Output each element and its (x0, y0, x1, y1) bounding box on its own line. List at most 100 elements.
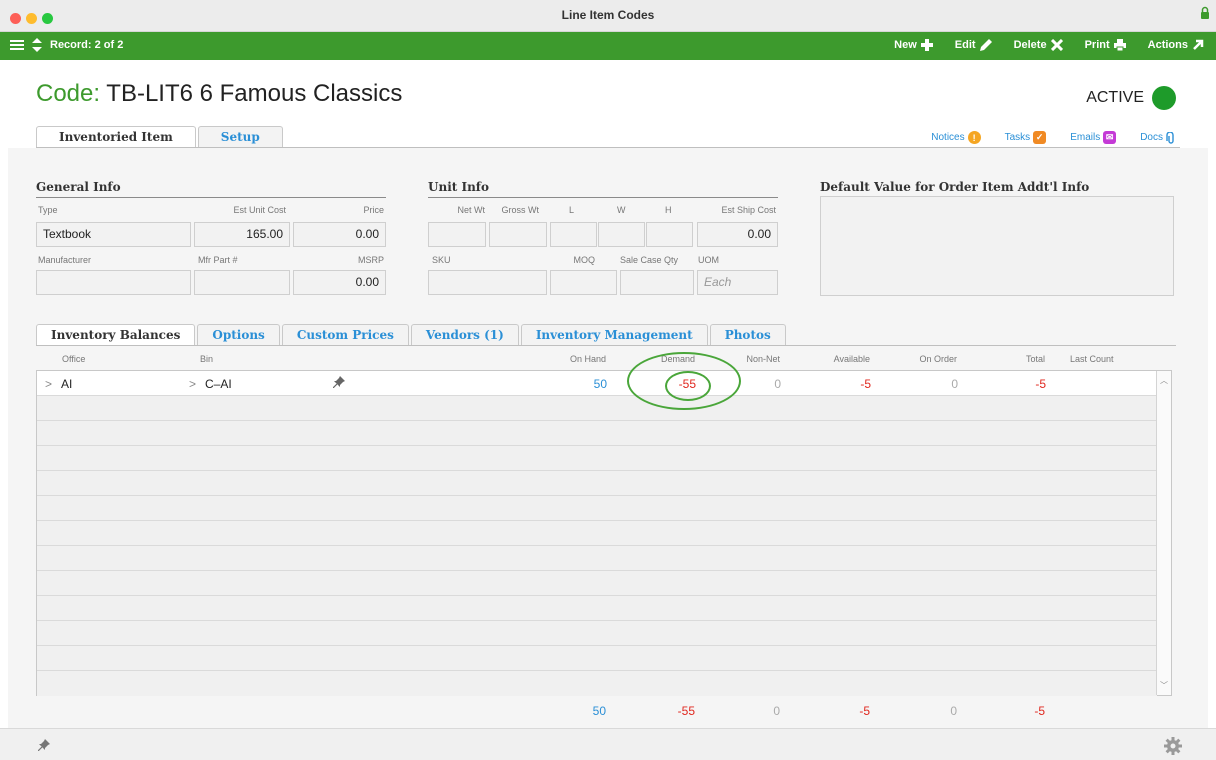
col-total[interactable]: Total (990, 354, 1045, 364)
table-scrollbar[interactable]: ︿ ﹀ (1156, 371, 1171, 695)
manufacturer-label: Manufacturer (38, 255, 92, 265)
gross-wt-label: Gross Wt (501, 205, 540, 215)
actions-button-label: Actions (1147, 39, 1188, 51)
table-row-empty (37, 571, 1157, 596)
pin-icon[interactable] (333, 376, 345, 388)
emails-link[interactable]: Emails ✉ (1070, 131, 1117, 144)
sale-case-qty-label: Sale Case Qty (620, 255, 679, 265)
status-indicator: ACTIVE (1086, 86, 1176, 110)
msrp-field[interactable]: 0.00 (293, 270, 386, 295)
edit-button-label: Edit (954, 39, 976, 51)
length-field[interactable] (550, 222, 597, 247)
new-button[interactable]: New (894, 39, 933, 51)
code-value: TB-LIT6 6 Famous Classics (106, 80, 403, 107)
lock-icon[interactable] (1200, 6, 1210, 20)
col-office[interactable]: Office (62, 354, 85, 364)
width-label: W (617, 205, 626, 215)
menu-icon[interactable] (10, 39, 24, 51)
height-field[interactable] (646, 222, 693, 247)
sku-field[interactable] (428, 270, 547, 295)
tab-options[interactable]: Options (197, 324, 280, 346)
tab-photos[interactable]: Photos (709, 324, 786, 346)
pencil-icon (979, 39, 992, 51)
gear-icon[interactable] (1164, 737, 1182, 755)
price-field[interactable]: 0.00 (293, 222, 386, 247)
unit-info-rule (428, 197, 778, 198)
col-on-order[interactable]: On Order (890, 354, 957, 364)
totals-row: 50 -55 0 -5 0 -5 (36, 704, 1172, 720)
paperclip-icon (1166, 131, 1174, 144)
inventory-balances-table: > AI > C–AI 50 -55 0 -5 0 -5 ︿ ﹀ (36, 370, 1172, 696)
est-ship-cost-field[interactable]: 0.00 (697, 222, 778, 247)
table-row-empty (37, 421, 1157, 446)
net-wt-label: Net Wt (457, 205, 485, 215)
cell-bin: C–AI (205, 377, 232, 391)
width-field[interactable] (598, 222, 645, 247)
col-non-net[interactable]: Non-Net (720, 354, 780, 364)
cell-non-net: 0 (774, 377, 781, 391)
mfr-part-label: Mfr Part # (198, 255, 238, 265)
arrow-icon (1193, 39, 1204, 50)
general-info-rule (36, 197, 386, 198)
total-non-net: 0 (773, 704, 780, 718)
expand-office-icon[interactable]: > (45, 377, 52, 391)
col-bin[interactable]: Bin (200, 354, 213, 364)
plus-icon (920, 39, 933, 51)
notices-label: Notices (931, 132, 965, 143)
checkbox-icon: ✓ (1033, 131, 1047, 144)
page-title: Code: TB-LIT6 6 Famous Classics (36, 80, 402, 108)
pin-icon[interactable] (38, 739, 50, 751)
price-label: Price (363, 205, 384, 215)
sale-case-qty-field[interactable] (620, 270, 694, 295)
est-unit-cost-label: Est Unit Cost (233, 205, 286, 215)
gross-wt-field[interactable] (489, 222, 547, 247)
tab-vendors[interactable]: Vendors (1) (410, 324, 519, 346)
expand-bin-icon[interactable]: > (189, 377, 196, 391)
mfr-part-field[interactable] (194, 270, 290, 295)
record-stepper-icon[interactable] (32, 38, 42, 52)
est-unit-cost-field[interactable]: 165.00 (194, 222, 290, 247)
table-row[interactable]: > AI > C–AI 50 -55 0 -5 0 -5 (37, 371, 1157, 396)
moq-field[interactable] (550, 270, 617, 295)
tab-inventory-balances[interactable]: Inventory Balances (36, 324, 196, 346)
tab-inventoried-item[interactable]: Inventoried Item (36, 126, 196, 148)
height-label: H (665, 205, 672, 215)
col-on-hand[interactable]: On Hand (540, 354, 606, 364)
scroll-up-icon[interactable]: ︿ (1160, 375, 1168, 386)
tab-inventory-management[interactable]: Inventory Management (520, 324, 708, 346)
sku-label: SKU (432, 255, 451, 265)
cell-on-hand[interactable]: 50 (541, 377, 607, 391)
col-available[interactable]: Available (800, 354, 870, 364)
col-last-count[interactable]: Last Count (1070, 354, 1114, 364)
edit-button[interactable]: Edit (955, 39, 992, 51)
col-demand[interactable]: Demand (640, 354, 695, 364)
type-label: Type (38, 205, 58, 215)
delete-button[interactable]: Delete (1014, 39, 1063, 51)
moq-label: MOQ (573, 255, 596, 265)
type-field[interactable]: Textbook (36, 222, 191, 247)
docs-link[interactable]: Docs (1140, 131, 1176, 144)
tab-custom-prices[interactable]: Custom Prices (281, 324, 409, 346)
print-button[interactable]: Print (1085, 39, 1126, 51)
print-button-label: Print (1084, 39, 1110, 51)
default-value-textarea[interactable] (820, 196, 1174, 296)
tasks-link[interactable]: Tasks ✓ (1005, 131, 1047, 144)
new-button-label: New (894, 39, 917, 51)
table-row-empty (37, 596, 1157, 621)
general-info-title: General Info (36, 180, 121, 194)
total-available: -5 (859, 704, 870, 718)
total-on-hand: 50 (592, 704, 606, 718)
window-title: Line Item Codes (561, 8, 655, 22)
tasks-label: Tasks (1004, 132, 1031, 143)
scroll-down-icon[interactable]: ﹀ (1160, 680, 1168, 691)
total-on-order: 0 (950, 704, 957, 718)
actions-button[interactable]: Actions (1148, 39, 1204, 51)
exclamation-icon: ! (967, 131, 981, 144)
net-wt-field[interactable] (428, 222, 486, 247)
tab-setup[interactable]: Setup (197, 126, 283, 148)
notices-link[interactable]: Notices ! (931, 131, 981, 144)
manufacturer-field[interactable] (36, 270, 191, 295)
uom-label: UOM (698, 255, 719, 265)
table-row-empty (37, 396, 1157, 421)
uom-field[interactable]: Each (697, 270, 778, 295)
